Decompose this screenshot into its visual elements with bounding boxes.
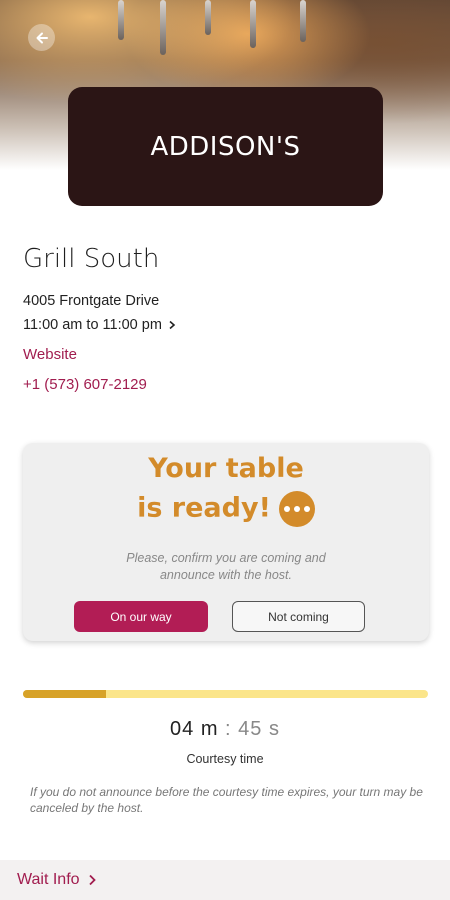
- table-ready-card: Your table is ready! Please, confirm you…: [23, 443, 429, 641]
- confirm-message-line2: announce with the host.: [159, 568, 293, 582]
- more-dots-icon: [278, 491, 315, 527]
- ready-title-line2: is ready!: [137, 492, 271, 524]
- timer-minutes: 04 m: [170, 718, 219, 740]
- phone-link[interactable]: +1 (573) 607-2129: [23, 376, 147, 393]
- confirm-message-line1: Please, confirm you are coming and: [126, 551, 326, 565]
- restaurant-name: Grill South: [23, 244, 160, 274]
- back-button[interactable]: [28, 24, 55, 51]
- timer-separator: :: [225, 718, 232, 740]
- restaurant-address: 4005 Frontgate Drive: [23, 293, 160, 309]
- wait-info-link[interactable]: Wait Info: [17, 871, 96, 889]
- tap-handle-decoration: [250, 0, 256, 48]
- hours-text: 11:00 am to 11:00 pm: [23, 317, 162, 333]
- website-link[interactable]: Website: [23, 346, 77, 363]
- timer-seconds: 45 s: [238, 718, 280, 740]
- arrow-left-icon: [36, 32, 48, 43]
- on-our-way-button[interactable]: On our way: [74, 601, 208, 632]
- tap-handle-decoration: [300, 0, 306, 42]
- restaurant-logo: ADDISON'S: [68, 87, 383, 206]
- tap-handle-decoration: [160, 0, 166, 55]
- chevron-right-icon: [169, 320, 176, 330]
- ready-title-line1: Your table: [148, 453, 304, 484]
- courtesy-note: If you do not announce before the courte…: [30, 785, 423, 815]
- opening-hours[interactable]: 11:00 am to 11:00 pm: [23, 317, 176, 333]
- wait-info-label: Wait Info: [17, 871, 80, 888]
- ready-title-line2-row: is ready!: [23, 491, 429, 527]
- courtesy-progress-fill: [23, 690, 107, 698]
- footer-bar: Wait Info: [0, 860, 450, 900]
- not-coming-button[interactable]: Not coming: [232, 601, 365, 632]
- courtesy-progress-bar: [23, 690, 428, 698]
- tap-handle-decoration: [205, 0, 211, 35]
- logo-text: ADDISON'S: [150, 131, 301, 162]
- tap-handle-decoration: [118, 0, 124, 40]
- chevron-right-icon: [88, 874, 96, 886]
- countdown-timer: 04 m : 45 s: [0, 718, 450, 741]
- confirm-message: Please, confirm you are coming and annou…: [23, 550, 429, 584]
- courtesy-time-label: Courtesy time: [186, 752, 264, 766]
